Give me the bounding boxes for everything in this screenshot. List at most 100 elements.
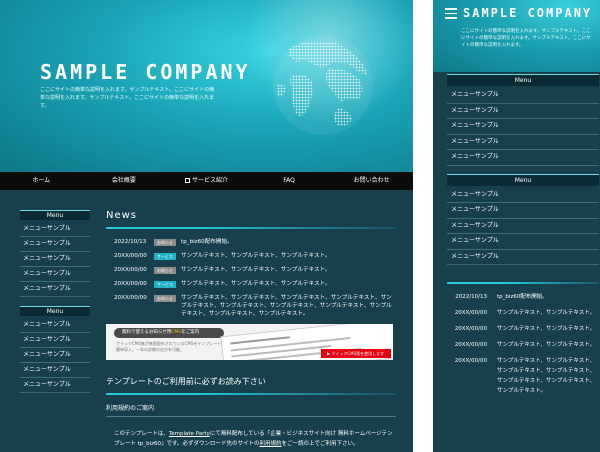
- news-text: サンプルテキスト、サンプルテキスト。: [497, 326, 596, 332]
- news-badge: お知らせ: [154, 239, 176, 246]
- news-badge: お知らせ: [154, 295, 176, 302]
- heading-rule: [106, 393, 396, 395]
- mobile-menu-item[interactable]: メニューサンプル: [447, 219, 599, 234]
- sidebar-item[interactable]: メニューサンプル: [20, 363, 90, 378]
- site-logo[interactable]: SAMPLE COMPANY: [40, 60, 251, 84]
- banner-pill-middle: で使えるお知らせ用: [131, 330, 172, 335]
- sidebar-item[interactable]: メニューサンプル: [20, 222, 90, 237]
- mobile-menu-item[interactable]: メニューサンプル: [447, 88, 599, 104]
- mobile-hero: SAMPLE COMPANY ここにサイトの簡単な説明を入れます。サンプルテキス…: [433, 0, 600, 72]
- mobile-menu-item[interactable]: メニューサンプル: [447, 250, 599, 265]
- news-text: tp_biz60配布開始。: [181, 239, 233, 245]
- sidebar-item[interactable]: メニューサンプル: [20, 378, 90, 393]
- mobile-menu-item[interactable]: メニューサンプル: [447, 150, 599, 166]
- notice-heading: テンプレートのご利用前に必ずお読み下さい: [106, 377, 266, 386]
- banner-pill: 無料で使えるお知らせ用CMSをご案内: [114, 328, 224, 338]
- sidebar-item[interactable]: メニューサンプル: [20, 237, 90, 252]
- news-date: 20XX/00/00: [454, 326, 487, 332]
- news-text: サンプルテキスト、サンプルテキスト、サンプルテキスト。: [181, 253, 331, 259]
- news-text: サンプルテキスト、サンプルテキスト、サンプルテキスト、サンプルテキスト、サンプル…: [497, 358, 596, 394]
- news-item[interactable]: 20XX/00/00 サービス サンプルテキスト、サンプルテキスト、サンプルテキ…: [106, 280, 396, 288]
- mobile-news-item[interactable]: 20XX/00/00 サンプルテキスト、サンプルテキスト。: [447, 324, 599, 334]
- terms-heading: 利用規約のご案内: [106, 403, 396, 417]
- news-item[interactable]: 2022/10/13 お知らせ tp_biz60配布開始。: [106, 238, 396, 246]
- hero-section: SAMPLE COMPANY ここにサイトの簡単な説明を入れます。サンプルテキス…: [0, 0, 413, 172]
- news-date: 2022/10/13: [114, 239, 147, 245]
- news-date: 20XX/00/00: [454, 358, 487, 364]
- mobile-description: ここにサイトの簡単な説明を入れます。サンプルテキスト。ここにサイトの簡単な説明を…: [461, 29, 591, 48]
- sidebar-menu-heading: Menu: [20, 306, 90, 316]
- site-description: ここにサイトの簡単な説明を入れます。サンプルテキスト。ここにサイトの簡単な説明を…: [40, 87, 215, 109]
- sidebar-menu-heading: Menu: [20, 210, 90, 220]
- cms-banner[interactable]: 無料で使えるお知らせ用CMSをご案内 クイックCMS無が無償配布されているCMS…: [106, 324, 393, 360]
- news-date: 20XX/00/00: [114, 267, 147, 273]
- main-content: News 2022/10/13 お知らせ tp_biz60配布開始。 20XX/…: [106, 210, 396, 449]
- mobile-menu-item[interactable]: メニューサンプル: [447, 234, 599, 250]
- mobile-news-list: 2022/10/13 tp_biz60配布開始。 20XX/00/00 サンプル…: [447, 292, 599, 402]
- nav-contact[interactable]: お問い合わせ: [330, 172, 413, 190]
- news-badge: サービス: [154, 253, 176, 260]
- news-date: 20XX/00/00: [114, 295, 147, 301]
- mobile-view: SAMPLE COMPANY ここにサイトの簡単な説明を入れます。サンプルテキス…: [433, 0, 600, 452]
- banner-pill-suffix: をご案内: [181, 330, 200, 335]
- news-date: 20XX/00/00: [454, 342, 487, 348]
- news-list: 2022/10/13 お知らせ tp_biz60配布開始。 20XX/00/00…: [106, 238, 396, 318]
- mobile-menu-item[interactable]: メニューサンプル: [447, 203, 599, 219]
- sidebar-item[interactable]: メニューサンプル: [20, 252, 90, 267]
- mobile-menu-item[interactable]: メニューサンプル: [447, 135, 599, 150]
- nav-faq[interactable]: FAQ: [248, 172, 331, 190]
- terms-text: このテンプレートは、: [114, 431, 169, 437]
- news-heading: News: [106, 210, 138, 221]
- nav-home[interactable]: ホーム: [0, 172, 83, 190]
- news-date: 20XX/00/00: [114, 281, 147, 287]
- mobile-menu: Menu メニューサンプル メニューサンプル メニューサンプル メニューサンプル…: [447, 74, 599, 265]
- nav-home-label: ホーム: [32, 177, 51, 184]
- mobile-logo[interactable]: SAMPLE COMPANY: [463, 6, 592, 20]
- globe-icon: [273, 35, 373, 135]
- desktop-view: SAMPLE COMPANY ここにサイトの簡単な説明を入れます。サンプルテキス…: [0, 0, 413, 452]
- banner-description: クイックCMS無が無償配布されているCMSをテンプレートに簡単導入。一年の詳細の…: [116, 341, 226, 352]
- news-date: 20XX/00/00: [114, 253, 147, 259]
- sidebar: Menu メニューサンプル メニューサンプル メニューサンプル メニューサンプル…: [20, 210, 90, 393]
- dropdown-icon: [184, 178, 190, 183]
- mobile-heading-rule: [447, 282, 599, 284]
- mobile-news-item[interactable]: 20XX/00/00 サンプルテキスト、サンプルテキスト、サンプルテキスト、サン…: [447, 356, 599, 396]
- news-item[interactable]: 20XX/00/00 お知らせ サンプルテキスト、サンプルテキスト、サンプルテキ…: [106, 294, 396, 318]
- news-badge: サービス: [154, 281, 176, 288]
- terms-paragraph: このテンプレートは、Template Partyにて無料配布している『企業・ビジ…: [106, 429, 396, 449]
- news-text: サンプルテキスト、サンプルテキスト、サンプルテキスト、サンプルテキスト、サンプル…: [181, 295, 392, 317]
- mobile-news-item[interactable]: 2022/10/13 tp_biz60配布開始。: [447, 292, 599, 302]
- news-text: サンプルテキスト、サンプルテキスト、サンプルテキスト。: [181, 267, 331, 273]
- sidebar-item[interactable]: メニューサンプル: [20, 282, 90, 297]
- mobile-news-item[interactable]: 20XX/00/00 サンプルテキスト、サンプルテキスト。: [447, 340, 599, 350]
- news-badge: お知らせ: [154, 267, 176, 274]
- nav-company-label: 会社概要: [111, 177, 136, 184]
- heading-rule: [106, 227, 396, 229]
- nav-faq-label: FAQ: [283, 177, 295, 184]
- news-date: 20XX/00/00: [454, 310, 487, 316]
- mobile-menu-item[interactable]: メニューサンプル: [447, 188, 599, 203]
- news-text: サンプルテキスト、サンプルテキスト、サンプルテキスト。: [181, 281, 331, 287]
- nav-company[interactable]: 会社概要: [83, 172, 166, 190]
- news-date: 2022/10/13: [455, 294, 487, 300]
- nav-services[interactable]: サービス紹介: [165, 172, 248, 190]
- mobile-menu-item[interactable]: メニューサンプル: [447, 104, 599, 119]
- sidebar-item[interactable]: メニューサンプル: [20, 333, 90, 348]
- mobile-menu-item[interactable]: メニューサンプル: [447, 119, 599, 135]
- banner-cta[interactable]: ▶ クイックCMS版を使用します: [321, 349, 391, 358]
- mobile-menu-heading: Menu: [447, 74, 599, 86]
- hamburger-menu-icon[interactable]: [445, 8, 457, 22]
- banner-pill-highlight: CMS: [171, 330, 182, 335]
- terms-link[interactable]: 利用規約: [260, 441, 282, 447]
- nav-services-label: サービス紹介: [191, 177, 228, 184]
- news-item[interactable]: 20XX/00/00 サービス サンプルテキスト、サンプルテキスト、サンプルテキ…: [106, 252, 396, 260]
- mobile-news-item[interactable]: 20XX/00/00 サンプルテキスト、サンプルテキスト。: [447, 308, 599, 318]
- sidebar-item[interactable]: メニューサンプル: [20, 267, 90, 282]
- news-item[interactable]: 20XX/00/00 お知らせ サンプルテキスト、サンプルテキスト、サンプルテキ…: [106, 266, 396, 274]
- sidebar-item[interactable]: メニューサンプル: [20, 348, 90, 363]
- sidebar-item[interactable]: メニューサンプル: [20, 318, 90, 333]
- global-nav: ホーム 会社概要 サービス紹介 FAQ お問い合わせ: [0, 172, 413, 190]
- template-party-link[interactable]: Template Party: [169, 431, 210, 437]
- terms-text: をご一読の上でご利用下さい。: [281, 441, 359, 447]
- news-text: サンプルテキスト、サンプルテキスト。: [497, 310, 596, 316]
